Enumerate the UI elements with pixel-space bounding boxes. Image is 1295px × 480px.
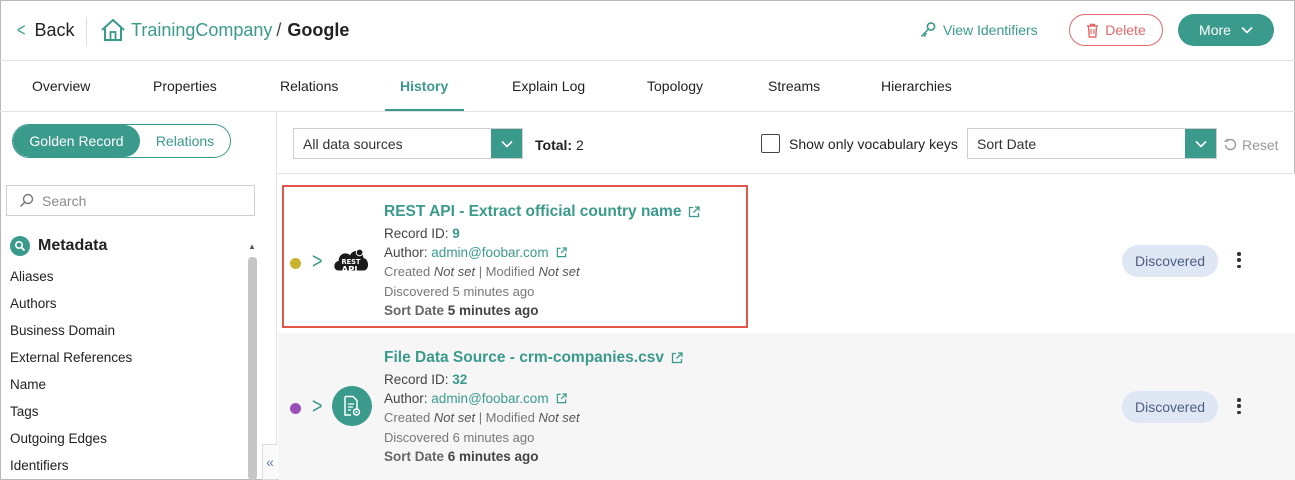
metadata-section-header[interactable]: Metadata (10, 236, 107, 256)
more-button[interactable]: More (1178, 14, 1274, 46)
view-identifiers-button[interactable]: View Identifiers (919, 21, 1038, 39)
delete-label: Delete (1105, 22, 1146, 38)
breadcrumb-org-link[interactable]: TrainingCompany (131, 20, 272, 41)
more-options-icon[interactable] (1233, 250, 1245, 270)
data-sources-select[interactable]: All data sources (293, 128, 523, 159)
record-id: Record ID: 32 (384, 372, 467, 387)
record-id-label: Record ID: (384, 372, 449, 387)
created-label: Created (384, 410, 431, 425)
author-label: Author: (384, 391, 428, 406)
back-label: Back (34, 20, 75, 40)
delete-button[interactable]: Delete (1069, 14, 1163, 46)
external-link-icon (671, 352, 683, 364)
key-icon (920, 22, 936, 38)
reset-icon (1224, 138, 1237, 151)
author-link[interactable]: admin@foobar.com (431, 391, 548, 406)
tab-properties[interactable]: Properties (153, 78, 217, 94)
sort-select[interactable]: Sort Date (967, 128, 1217, 159)
search-box (6, 185, 255, 216)
external-link-icon[interactable] (556, 393, 568, 404)
vocabulary-keys-label: Show only vocabulary keys (789, 136, 958, 152)
collapse-panel-button[interactable]: « (262, 444, 277, 480)
metadata-item-identifiers[interactable]: Identifiers (10, 458, 132, 480)
total-value: 2 (575, 137, 584, 153)
breadcrumb-separator: / (276, 19, 282, 40)
modified-value: Not set (538, 410, 580, 425)
file-data-source-icon (332, 386, 372, 426)
scroll-up-arrow-icon[interactable]: ▲ (248, 242, 256, 251)
more-options-icon[interactable] (1233, 396, 1245, 416)
record-discovered: Discovered 6 minutes ago (384, 430, 535, 445)
tab-explain-log[interactable]: Explain Log (512, 78, 585, 94)
chevron-left-icon: < (17, 20, 26, 40)
data-sources-value: All data sources (303, 135, 403, 152)
metadata-item-outgoing-edges[interactable]: Outgoing Edges (10, 431, 132, 458)
chevron-down-icon (491, 129, 522, 158)
record-status-dot (290, 403, 301, 414)
home-icon (101, 18, 125, 41)
metadata-list: Aliases Authors Business Domain External… (10, 269, 132, 480)
metadata-item-tags[interactable]: Tags (10, 404, 132, 431)
reset-label: Reset (1242, 137, 1279, 153)
record-id-value: 32 (452, 372, 468, 387)
header-divider (86, 17, 87, 45)
back-button[interactable]: < Back (16, 20, 75, 41)
sort-value: Sort Date (977, 135, 1037, 152)
metadata-search-icon (10, 236, 30, 256)
metadata-item-aliases[interactable]: Aliases (10, 269, 132, 296)
highlight-box (282, 185, 748, 328)
page-title: Google (287, 19, 350, 40)
tab-hierarchies[interactable]: Hierarchies (881, 78, 952, 94)
search-input[interactable] (42, 192, 242, 209)
record-title-link[interactable]: File Data Source - crm-companies.csv (384, 349, 683, 367)
status-badge: Discovered (1122, 245, 1218, 277)
record-author: Author: admin@foobar.com (384, 391, 568, 406)
tab-relations[interactable]: Relations (280, 78, 338, 94)
entity-header: < Back TrainingCompany / Google View Ide… (0, 0, 1295, 61)
chevron-down-icon (1241, 26, 1253, 34)
vocabulary-keys-checkbox[interactable] (761, 134, 780, 153)
expand-chevron-icon[interactable]: > (312, 393, 323, 420)
metadata-title: Metadata (38, 237, 108, 254)
view-identifiers-label: View Identifiers (943, 22, 1038, 38)
metadata-item-name[interactable]: Name (10, 377, 132, 404)
tab-topology[interactable]: Topology (647, 78, 703, 94)
breadcrumb: TrainingCompany / Google (100, 18, 349, 42)
created-value: Not set (433, 410, 476, 425)
relations-toggle[interactable]: Relations (140, 125, 230, 157)
more-label: More (1199, 22, 1231, 38)
modified-label: | Modified (478, 410, 535, 425)
left-panel: Golden Record Relations Metadata Aliases… (0, 112, 277, 480)
tab-streams[interactable]: Streams (768, 78, 820, 94)
status-badge: Discovered (1122, 391, 1218, 423)
scrollbar-thumb[interactable] (248, 257, 257, 480)
history-filter-bar: All data sources Total: 2 Show only voca… (278, 112, 1295, 174)
chevron-down-icon (1185, 129, 1216, 158)
trash-icon (1087, 23, 1099, 38)
record-sort-date: Sort Date 6 minutes ago (384, 449, 539, 464)
sort-date-value: 6 minutes ago (447, 449, 539, 464)
metadata-item-business-domain[interactable]: Business Domain (10, 323, 132, 350)
total-label: Total: (535, 137, 573, 153)
reset-button[interactable]: Reset (1222, 137, 1279, 153)
tab-overview[interactable]: Overview (32, 78, 90, 94)
golden-record-toggle[interactable]: Golden Record (13, 125, 140, 157)
search-icon (19, 193, 34, 208)
record-created-modified: Created Not set | Modified Not set (384, 410, 580, 425)
metadata-item-external-references[interactable]: External References (10, 350, 132, 377)
tab-history[interactable]: History (400, 78, 448, 94)
view-toggle: Golden Record Relations (12, 124, 231, 158)
metadata-item-authors[interactable]: Authors (10, 296, 132, 323)
active-tab-indicator (385, 109, 464, 111)
record-title: File Data Source - crm-companies.csv (384, 349, 664, 366)
tab-bar: Overview Properties Relations History Ex… (0, 61, 1295, 112)
total-count: Total: 2 (535, 137, 584, 153)
sort-date-label: Sort Date (384, 449, 445, 464)
